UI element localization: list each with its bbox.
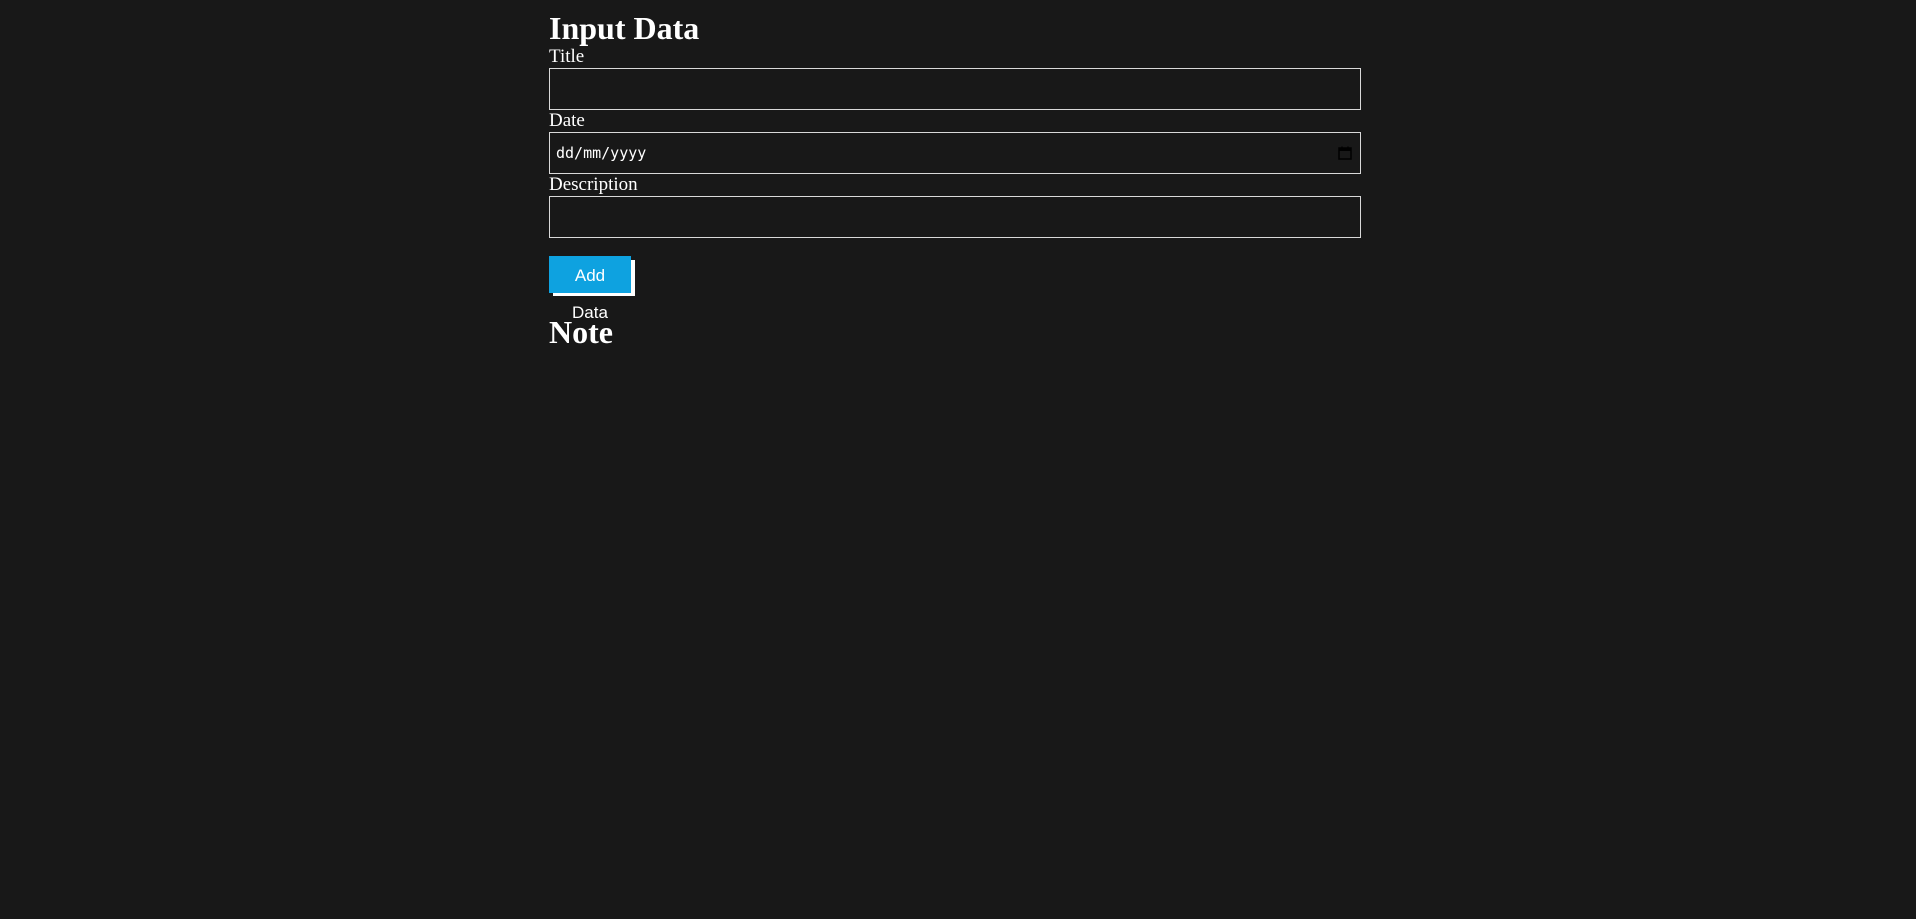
description-input[interactable] (549, 196, 1361, 238)
title-input[interactable] (549, 68, 1361, 110)
note-heading: Note (549, 314, 613, 350)
description-label: Description (549, 174, 638, 195)
input-data-heading: Input Data (549, 10, 700, 46)
add-data-button-wrapper: Add Data (549, 256, 635, 322)
add-data-button[interactable]: Add Data (549, 256, 631, 322)
calendar-icon[interactable] (1338, 146, 1352, 160)
date-placeholder: dd/mm/yyyy (556, 144, 647, 162)
page-container: Input Data Title Date dd/mm/yyyy Descrip… (549, 10, 1361, 350)
date-input[interactable]: dd/mm/yyyy (549, 132, 1361, 174)
title-label: Title (549, 46, 585, 67)
date-label: Date (549, 110, 585, 131)
